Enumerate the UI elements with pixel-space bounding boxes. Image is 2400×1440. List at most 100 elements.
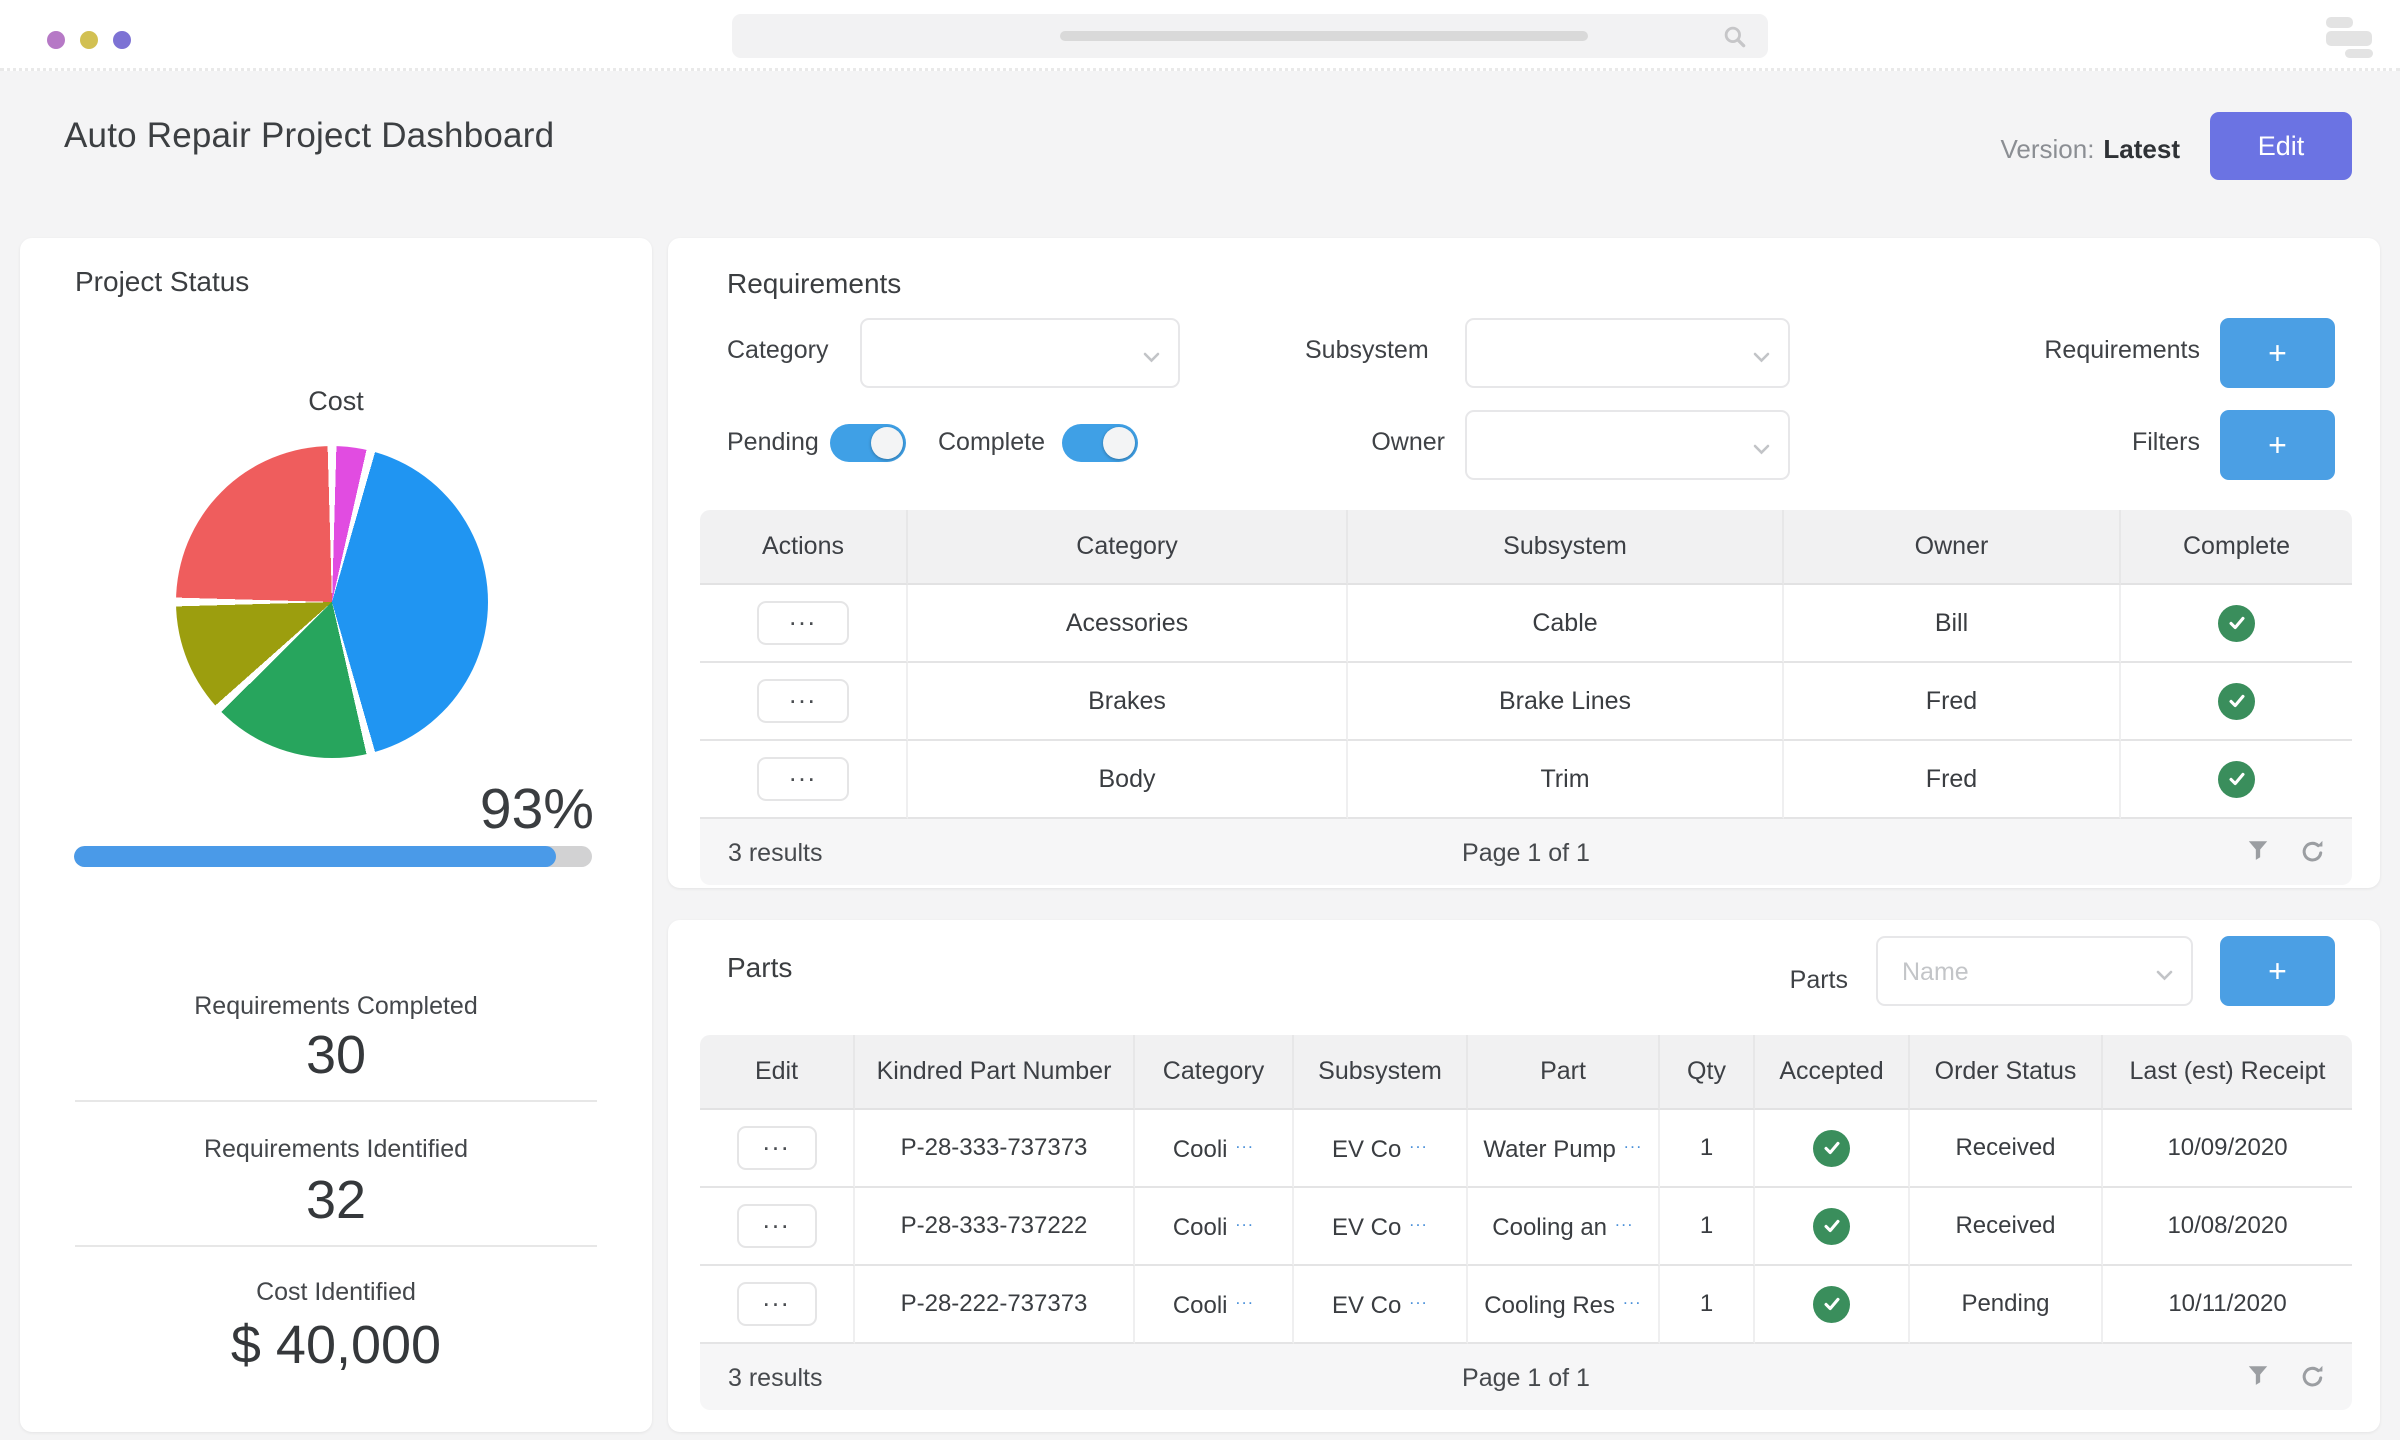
owner-filter-label: Owner: [1288, 428, 1445, 457]
parts-selector-label: Parts: [1748, 966, 1848, 995]
refresh-icon[interactable]: [2299, 838, 2326, 872]
filter-icon[interactable]: [2245, 1363, 2271, 1397]
version-label: Version:: [2000, 134, 2094, 164]
table-row: ... Brakes Brake Lines Fred: [700, 663, 2352, 741]
parts-panel: Parts Parts Name + Edit Kindred Part Num…: [668, 920, 2380, 1432]
cell-part-number: P-28-333-737373: [855, 1110, 1135, 1188]
cell-last-receipt: 10/09/2020: [2103, 1110, 2352, 1188]
refresh-icon[interactable]: [2299, 1363, 2326, 1397]
cell-category: Cooli...: [1135, 1110, 1294, 1188]
subsystem-filter-label: Subsystem: [1305, 336, 1429, 365]
cell-category: Body: [908, 741, 1348, 819]
chevron-down-icon: [1753, 442, 1770, 460]
truncation-dots[interactable]: ...: [1409, 1133, 1428, 1152]
complete-toggle-label: Complete: [938, 428, 1045, 457]
row-actions-button[interactable]: ...: [757, 679, 849, 723]
divider: [75, 1245, 597, 1247]
column-header-category: Category: [908, 510, 1348, 585]
cell-owner: Fred: [1784, 663, 2121, 741]
column-header-edit: Edit: [700, 1035, 855, 1110]
edit-button[interactable]: Edit: [2210, 112, 2352, 180]
cell-last-receipt: 10/08/2020: [2103, 1188, 2352, 1266]
stat-label-requirements-identified: Requirements Identified: [20, 1135, 652, 1164]
cell-category: Brakes: [908, 663, 1348, 741]
cell-subsystem: Cable: [1348, 585, 1784, 663]
stat-value-requirements-completed: 30: [20, 1028, 652, 1082]
truncation-dots[interactable]: ...: [1409, 1289, 1428, 1308]
truncation-dots[interactable]: ...: [1623, 1289, 1642, 1308]
cell-owner: Fred: [1784, 741, 2121, 819]
table-header-row: Actions Category Subsystem Owner Complet…: [700, 510, 2352, 585]
cell-qty: 1: [1660, 1266, 1755, 1344]
parts-name-select[interactable]: Name: [1876, 936, 2193, 1006]
address-search-bar[interactable]: [732, 14, 1768, 58]
category-select[interactable]: [860, 318, 1180, 388]
pending-toggle[interactable]: [830, 424, 906, 462]
check-icon: [2218, 761, 2255, 798]
truncation-dots[interactable]: ...: [1236, 1211, 1255, 1230]
column-header-complete: Complete: [2121, 510, 2352, 585]
toggle-knob: [871, 427, 903, 459]
window-dot-1[interactable]: [47, 31, 65, 49]
check-icon: [2218, 605, 2255, 642]
column-header-category: Category: [1135, 1035, 1294, 1110]
cell-category: Cooli...: [1135, 1266, 1294, 1344]
cell-category: Cooli...: [1135, 1188, 1294, 1266]
truncation-dots[interactable]: ...: [1615, 1211, 1634, 1230]
divider: [75, 1100, 597, 1102]
search-input[interactable]: [732, 14, 1768, 58]
cell-subsystem: Trim: [1348, 741, 1784, 819]
row-actions-button[interactable]: ...: [757, 757, 849, 801]
cell-subsystem: EV Co...: [1294, 1110, 1468, 1188]
truncation-dots[interactable]: ...: [1236, 1133, 1255, 1152]
table-row: ... Acessories Cable Bill: [700, 585, 2352, 663]
page-title: Auto Repair Project Dashboard: [64, 116, 554, 156]
app-logo-icon[interactable]: [2322, 14, 2376, 58]
pending-toggle-label: Pending: [727, 428, 819, 457]
chevron-down-icon: [1753, 350, 1770, 368]
cell-part-number: P-28-333-737222: [855, 1188, 1135, 1266]
page-indicator: Page 1 of 1: [700, 839, 2352, 868]
percent-complete: 93%: [480, 776, 594, 842]
cell-part: Water Pump...: [1468, 1110, 1660, 1188]
chevron-down-icon: [2156, 968, 2173, 986]
complete-toggle[interactable]: [1062, 424, 1138, 462]
row-actions-button[interactable]: ...: [757, 601, 849, 645]
filters-add-label: Filters: [1928, 428, 2200, 457]
row-edit-button[interactable]: ...: [737, 1126, 817, 1170]
table-row: ... P-28-333-737222 Cooli... EV Co... Co…: [700, 1188, 2352, 1266]
pie-chart-title: Cost: [20, 386, 652, 417]
cell-qty: 1: [1660, 1110, 1755, 1188]
check-icon: [1813, 1130, 1850, 1167]
parts-title: Parts: [727, 952, 792, 984]
cell-order-status: Pending: [1910, 1266, 2103, 1344]
window-dot-2[interactable]: [80, 31, 98, 49]
add-requirement-button[interactable]: +: [2220, 318, 2335, 388]
owner-select[interactable]: [1465, 410, 1790, 480]
cell-part: Cooling an...: [1468, 1188, 1660, 1266]
table-header-row: Edit Kindred Part Number Category Subsys…: [700, 1035, 2352, 1110]
filter-icon[interactable]: [2245, 838, 2271, 872]
project-status-panel: Project Status Cost 93% Requirements Com…: [20, 238, 652, 1432]
check-icon: [2218, 683, 2255, 720]
parts-name-placeholder: Name: [1902, 958, 1969, 987]
cell-order-status: Received: [1910, 1110, 2103, 1188]
truncation-dots[interactable]: ...: [1409, 1211, 1428, 1230]
subsystem-select[interactable]: [1465, 318, 1790, 388]
stat-value-requirements-identified: 32: [20, 1173, 652, 1227]
cell-subsystem: Brake Lines: [1348, 663, 1784, 741]
parts-table: Edit Kindred Part Number Category Subsys…: [700, 1035, 2352, 1410]
search-icon: [1722, 24, 1748, 55]
add-part-button[interactable]: +: [2220, 936, 2335, 1006]
row-edit-button[interactable]: ...: [737, 1204, 817, 1248]
row-edit-button[interactable]: ...: [737, 1282, 817, 1326]
column-header-part: Part: [1468, 1035, 1660, 1110]
window-dot-3[interactable]: [113, 31, 131, 49]
truncation-dots[interactable]: ...: [1236, 1289, 1255, 1308]
version-value: Latest: [2103, 134, 2180, 164]
cell-owner: Bill: [1784, 585, 2121, 663]
project-status-title: Project Status: [75, 266, 249, 298]
requirements-panel: Requirements Category Subsystem Requirem…: [668, 238, 2380, 888]
add-filter-button[interactable]: +: [2220, 410, 2335, 480]
truncation-dots[interactable]: ...: [1624, 1133, 1643, 1152]
